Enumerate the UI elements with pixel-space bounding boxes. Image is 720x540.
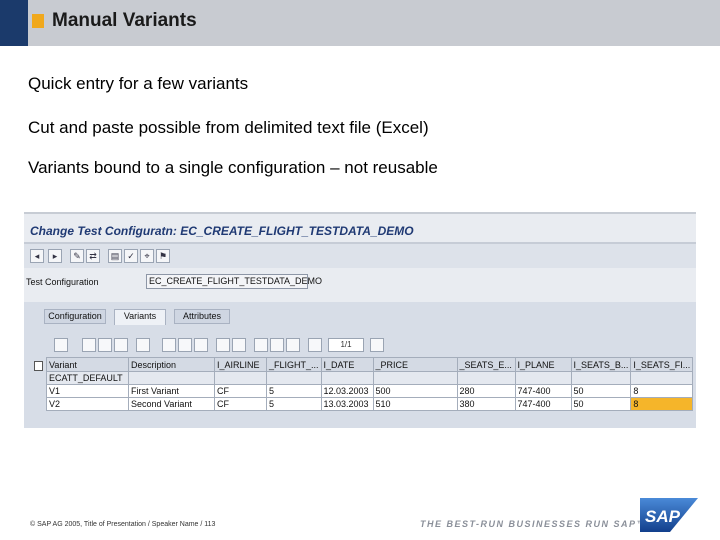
col-seats-f[interactable]: I_SEATS_FI... <box>630 357 694 372</box>
col-date[interactable]: I_DATE <box>320 357 374 372</box>
transfer-icon[interactable] <box>286 338 300 352</box>
cell[interactable]: 50 <box>570 384 632 398</box>
cell[interactable]: 50 <box>570 397 632 411</box>
test-config-label: Test Configuration <box>26 277 99 287</box>
header-accent-block <box>0 0 28 46</box>
col-plane[interactable]: I_PLANE <box>514 357 572 372</box>
app-toolbar: ◂ ▸ ✎ ⇄ ▤ ✓ ⌖ ⚑ <box>24 244 696 268</box>
where-used-icon[interactable]: ⌖ <box>140 249 154 263</box>
cell[interactable]: V1 <box>46 384 129 398</box>
insert-row-icon[interactable] <box>82 338 96 352</box>
filter-icon[interactable] <box>232 338 246 352</box>
back-icon[interactable]: ◂ <box>30 249 44 263</box>
pager[interactable]: 1/1 <box>328 338 364 352</box>
cell[interactable]: 747-400 <box>514 397 572 411</box>
forward-icon[interactable]: ▸ <box>48 249 62 263</box>
select-all-rows-icon[interactable] <box>34 361 43 371</box>
col-seats-e[interactable]: _SEATS_E... <box>456 357 516 372</box>
col-description[interactable]: Description <box>128 357 215 372</box>
layout-icon[interactable] <box>178 338 192 352</box>
sort-icon[interactable] <box>216 338 230 352</box>
cell[interactable]: 510 <box>372 397 458 411</box>
slide-header: Manual Variants <box>0 0 720 46</box>
settings-icon[interactable] <box>54 338 68 352</box>
copyright-footer: © SAP AG 2005, Title of Presentation / S… <box>30 521 216 528</box>
copy-row-icon[interactable] <box>98 338 112 352</box>
delete-row-icon[interactable] <box>114 338 128 352</box>
cell[interactable]: 747-400 <box>514 384 572 398</box>
cell[interactable]: 500 <box>372 384 458 398</box>
slide-title: Manual Variants <box>52 10 197 31</box>
tab-attributes[interactable]: Attributes <box>174 309 230 324</box>
col-price[interactable]: _PRICE <box>372 357 458 372</box>
table-row[interactable]: V2 Second Variant CF 5 13.03.2003 510 38… <box>46 397 694 411</box>
col-flight[interactable]: _FLIGHT_... <box>266 357 322 372</box>
sap-logo: SAP <box>640 498 698 532</box>
bullet-3: Variants bound to a single configuration… <box>28 158 438 177</box>
cell[interactable]: 280 <box>456 384 516 398</box>
tagline: THE BEST-RUN BUSINESSES RUN SAP™ <box>420 519 648 529</box>
col-airline[interactable]: I_AIRLINE <box>214 357 267 372</box>
tab-variants[interactable]: Variants <box>114 309 166 325</box>
default-row: ECATT_DEFAULT <box>46 371 694 385</box>
cell[interactable]: CF <box>214 397 267 411</box>
page-right-icon[interactable] <box>370 338 384 352</box>
cell[interactable]: 5 <box>266 384 322 398</box>
table-header-row: Variant Description I_AIRLINE _FLIGHT_..… <box>46 357 694 372</box>
cell[interactable]: CF <box>214 384 267 398</box>
cell[interactable]: 380 <box>456 397 516 411</box>
test-config-field[interactable]: EC_CREATE_FLIGHT_TESTDATA_DEMO <box>146 274 322 289</box>
variants-table: Variant Description I_AIRLINE _FLIGHT_..… <box>46 357 694 411</box>
export-icon[interactable] <box>162 338 176 352</box>
activate-icon[interactable]: ⚑ <box>156 249 170 263</box>
col-seats-b[interactable]: I_SEATS_B... <box>570 357 632 372</box>
columns-icon[interactable] <box>194 338 208 352</box>
sap-gui-window: Change Test Configuratn: EC_CREATE_FLIGH… <box>24 212 696 428</box>
parameter-icon[interactable] <box>270 338 284 352</box>
col-variant[interactable]: Variant <box>46 357 129 372</box>
find-icon[interactable] <box>254 338 268 352</box>
highlighted-cell[interactable]: 8 <box>630 397 694 411</box>
cell[interactable]: 8 <box>630 384 694 398</box>
edit-toggle-icon[interactable]: ✎ <box>70 249 84 263</box>
logo-text: SAP <box>645 507 681 526</box>
table-row[interactable]: V1 First Variant CF 5 12.03.2003 500 280… <box>46 384 694 398</box>
details-icon[interactable] <box>136 338 150 352</box>
bullet-1: Quick entry for a few variants <box>28 74 249 93</box>
cell[interactable]: Second Variant <box>128 397 215 411</box>
other-object-icon[interactable]: ▤ <box>108 249 122 263</box>
tab-configuration[interactable]: Configuration <box>44 309 106 324</box>
gui-title: Change Test Configuratn: EC_CREATE_FLIGH… <box>30 224 414 238</box>
page-left-icon[interactable] <box>308 338 322 352</box>
grid-toolbar: 1/1 <box>26 334 694 356</box>
display-change-icon[interactable]: ⇄ <box>86 249 100 263</box>
cell[interactable]: 5 <box>266 397 322 411</box>
header-orange-square <box>32 14 44 28</box>
check-icon[interactable]: ✓ <box>124 249 138 263</box>
cell[interactable]: V2 <box>46 397 129 411</box>
cell[interactable]: First Variant <box>128 384 215 398</box>
cell[interactable]: 12.03.2003 <box>320 384 374 398</box>
cell[interactable]: 13.03.2003 <box>320 397 374 411</box>
default-label: ECATT_DEFAULT <box>46 371 129 385</box>
bullet-2: Cut and paste possible from delimited te… <box>28 118 429 137</box>
